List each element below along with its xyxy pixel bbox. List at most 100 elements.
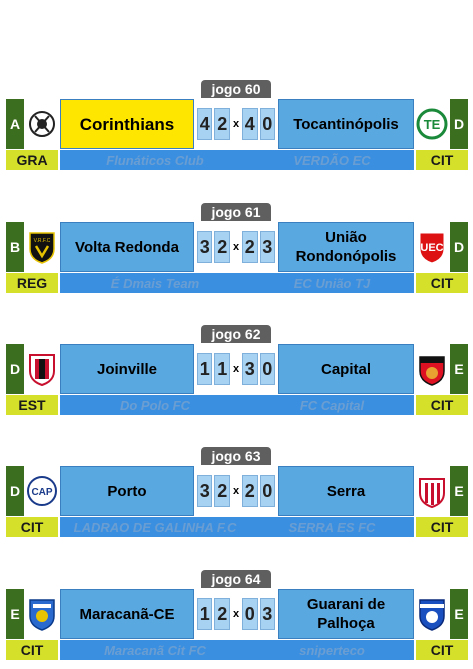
scoreboard: 1 2 x 0 3: [196, 589, 276, 639]
scoreboard: 3 2 x 2 3: [196, 222, 276, 272]
versus-x: x: [232, 485, 240, 497]
home-abbr: GRA: [6, 150, 58, 170]
versus-x: x: [232, 363, 240, 375]
match-number: jogo 64: [201, 570, 271, 588]
home-score-1: 1: [197, 598, 213, 630]
match-63: jogo 63 D CAP Porto 3 2 x 2 0 Serra E CI…: [0, 447, 473, 539]
home-score-1: 4: [197, 108, 213, 140]
porto-logo-icon: CAP: [24, 466, 60, 516]
match-row: D Joinville 1 1 x 3 0 Capital E: [6, 344, 468, 394]
home-abbr: EST: [6, 395, 58, 415]
match-64: jogo 64 E Maracanã-CE 1 2 x 0 3 Guarani …: [0, 570, 473, 662]
scoreboard: 4 2 x 4 0: [196, 99, 276, 149]
home-group: D: [6, 466, 24, 516]
home-team-name: Corinthians: [60, 99, 194, 149]
match-row: D CAP Porto 3 2 x 2 0 Serra E: [6, 466, 468, 516]
away-score-1: 0: [242, 598, 258, 630]
home-group: E: [6, 589, 24, 639]
match-row: E Maracanã-CE 1 2 x 0 3 Guarani de Palho…: [6, 589, 468, 639]
home-team-name: Porto: [60, 466, 194, 516]
home-coach: LADRAO DE GALINHA F.C: [73, 519, 237, 535]
match-number: jogo 60: [201, 80, 271, 98]
coach-bar: Flunáticos Club VERDÃO EC: [60, 150, 414, 170]
match-number: jogo 62: [201, 325, 271, 343]
away-abbr: CIT: [416, 395, 468, 415]
coach-bar: É Dmais Team EC União TJ: [60, 273, 414, 293]
home-score-2: 2: [214, 598, 230, 630]
away-group: E: [450, 344, 468, 394]
away-group: E: [450, 589, 468, 639]
capital-logo-icon: [414, 344, 450, 394]
home-coach: Maracanã Cit FC: [104, 642, 206, 658]
away-abbr: CIT: [416, 517, 468, 537]
coach-row: REG É Dmais Team EC União TJ CIT: [6, 273, 468, 293]
tocantinopolis-logo-icon: TE: [414, 99, 450, 149]
match-62: jogo 62 D Joinville 1 1 x 3 0 Capital E …: [0, 325, 473, 417]
coach-row: CIT LADRAO DE GALINHA F.C SERRA ES FC CI…: [6, 517, 468, 537]
away-team-name: Tocantinópolis: [278, 99, 414, 149]
home-team-name: Volta Redonda: [60, 222, 194, 272]
away-score-2: 0: [259, 108, 275, 140]
match-row: A Corinthians 4 2 x 4 0 Tocantinópolis T…: [6, 99, 468, 149]
match-number: jogo 63: [201, 447, 271, 465]
home-score-2: 1: [214, 353, 230, 385]
corinthians-logo-icon: [24, 99, 60, 149]
away-abbr: CIT: [416, 273, 468, 293]
maracana-logo-icon: [24, 589, 60, 639]
match-60: jogo 60 A Corinthians 4 2 x 4 0 Tocantin…: [0, 80, 473, 172]
home-team-name: Maracanã-CE: [60, 589, 194, 639]
coach-bar: LADRAO DE GALINHA F.C SERRA ES FC: [60, 517, 414, 537]
away-score-2: 3: [259, 598, 275, 630]
home-abbr: CIT: [6, 517, 58, 537]
home-coach: Do Polo FC: [119, 397, 191, 413]
home-group: B: [6, 222, 24, 272]
home-score-1: 3: [197, 231, 213, 263]
away-team-name: Capital: [278, 344, 414, 394]
volta-redonda-logo-icon: V.R.F.C: [24, 222, 60, 272]
away-score-1: 4: [242, 108, 258, 140]
coach-bar: Maracanã Cit FC sniperteco: [60, 640, 414, 660]
joinville-logo-icon: [24, 344, 60, 394]
coach-bar: Do Polo FC FC Capital: [60, 395, 414, 415]
home-score-1: 1: [197, 353, 213, 385]
away-coach: VERDÃO EC: [293, 152, 371, 168]
home-abbr: CIT: [6, 640, 58, 660]
away-team-name: Serra: [278, 466, 414, 516]
versus-x: x: [232, 608, 240, 620]
scoreboard: 1 1 x 3 0: [196, 344, 276, 394]
home-score-2: 2: [214, 475, 230, 507]
away-score-1: 2: [242, 231, 258, 263]
away-coach: sniperteco: [299, 642, 365, 658]
guarani-palhoca-logo-icon: [414, 589, 450, 639]
away-score-1: 2: [242, 475, 258, 507]
serra-logo-icon: [414, 466, 450, 516]
away-team-name: União Rondonópolis: [278, 222, 414, 272]
versus-x: x: [232, 118, 240, 130]
away-score-2: 0: [259, 475, 275, 507]
scoreboard: 3 2 x 2 0: [196, 466, 276, 516]
coach-row: EST Do Polo FC FC Capital CIT: [6, 395, 468, 415]
away-score-2: 3: [259, 231, 275, 263]
away-coach: EC União TJ: [293, 275, 371, 291]
svg-text:V.R.F.C: V.R.F.C: [34, 238, 51, 244]
home-abbr: REG: [6, 273, 58, 293]
away-group: D: [450, 222, 468, 272]
home-team-name: Joinville: [60, 344, 194, 394]
home-coach: É Dmais Team: [110, 275, 200, 291]
match-row: B V.R.F.C Volta Redonda 3 2 x 2 3 União …: [6, 222, 468, 272]
home-group: A: [6, 99, 24, 149]
home-score-2: 2: [214, 231, 230, 263]
match-number: jogo 61: [201, 203, 271, 221]
versus-x: x: [232, 241, 240, 253]
uniao-rondonopolis-logo-icon: UEC: [414, 222, 450, 272]
coach-row: CIT Maracanã Cit FC sniperteco CIT: [6, 640, 468, 660]
away-coach: SERRA ES FC: [288, 519, 376, 535]
away-score-2: 0: [259, 353, 275, 385]
away-abbr: CIT: [416, 640, 468, 660]
away-coach: FC Capital: [299, 397, 365, 413]
away-team-name: Guarani de Palhoça: [278, 589, 414, 639]
away-group: E: [450, 466, 468, 516]
svg-text:CAP: CAP: [31, 487, 52, 498]
home-score-1: 3: [197, 475, 213, 507]
coach-row: GRA Flunáticos Club VERDÃO EC CIT: [6, 150, 468, 170]
